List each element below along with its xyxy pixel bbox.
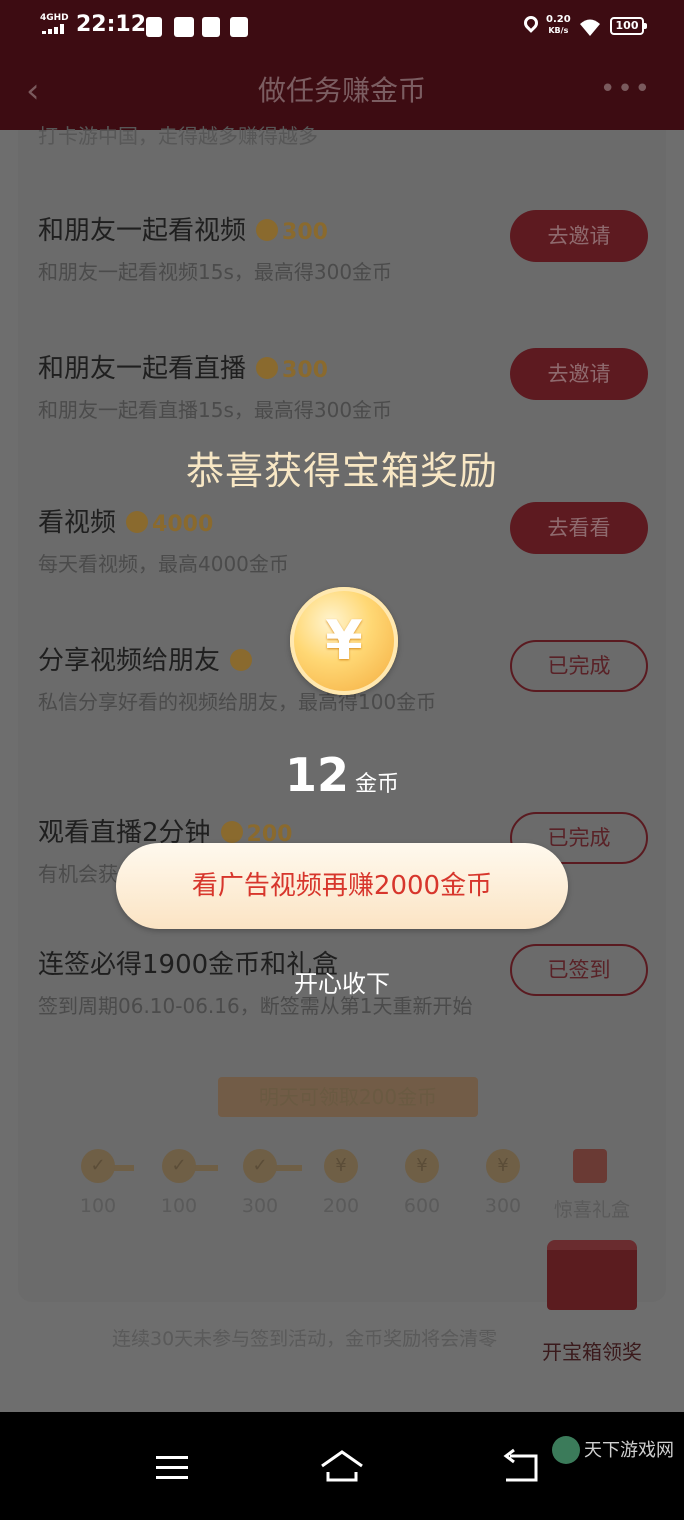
back-icon[interactable] [492,1442,552,1490]
gold-coin-icon: ¥ [290,587,398,695]
watermark-logo [552,1436,580,1464]
task-coin-amount: 300 [282,220,328,245]
task-coin-amount: 300 [282,358,328,383]
status-time: 22:12 [76,12,147,37]
coin-icon [220,821,243,843]
day-reward: 100 [160,1195,198,1217]
task-title: 和朋友一起看直播 300 [38,354,328,384]
completed-button[interactable]: 已完成 [510,640,648,692]
home-icon[interactable] [312,1442,372,1490]
gift-box-icon [573,1149,607,1183]
battery-icon: 100 [610,17,647,35]
status-bar: 4GHD 22:12 0.20 KB/s 100 [0,0,684,52]
check-notification-icon [146,17,162,37]
check-icon: ✓ [81,1149,115,1183]
task-coin-amount: 4000 [152,512,214,537]
task-title: 分享视频给朋友 [38,640,253,677]
book-notification-icon [174,17,194,37]
open-chest-button[interactable]: 开宝箱领奖 [532,1240,652,1370]
reward-modal-title: 恭喜获得宝箱奖励 [185,449,498,493]
coin-icon [256,357,279,379]
coin-icon [126,511,149,533]
task-description: 每天看视频，最高4000金币 [38,552,289,576]
coin-icon [256,219,279,241]
day-reward: 600 [403,1195,441,1217]
reward-unit: 金币 [355,772,400,797]
checkin-day: ✓ 100 [149,1149,209,1217]
reward-amount: 12 金币 [0,748,684,802]
check-icon: ✓ [243,1149,277,1183]
day-reward: 惊喜礼盒 [554,1199,631,1221]
check-icon: ✓ [162,1149,196,1183]
yen-coin-icon: ¥ [405,1149,439,1183]
checkin-day: ¥300 [473,1149,533,1217]
system-nav-bar: 天下游戏网 [0,1412,684,1520]
watermark-text: 天下游戏网 [584,1440,674,1461]
checkin-rule-note: 连续30天未参与签到活动，金币奖励将会清零 [112,1328,498,1350]
checked-in-button[interactable]: 已签到 [510,944,648,996]
speed-value: 0.20 [546,14,571,25]
menu-icon[interactable] [142,1442,202,1490]
day-reward: 300 [241,1195,279,1217]
task-description: 私信分享好看的视频给朋友，最高得100金币 [38,690,437,714]
wifi-icon [580,19,600,36]
battery-level: 100 [615,19,639,32]
checkin-tip: 明天可领取200金币 [218,1077,478,1117]
watch-ad-button[interactable]: 看广告视频再赚2000金币 [116,843,568,929]
accept-reward-button[interactable]: 开心收下 [242,962,442,1006]
location-icon [521,13,541,33]
network-type: 4GHD [40,13,69,23]
checkin-day: ¥600 [392,1149,452,1217]
open-chest-label: 开宝箱领奖 [542,1340,642,1364]
yen-coin-icon: ¥ [324,1149,358,1183]
page-title: 做任务赚金币 [257,74,426,107]
more-dots-icon[interactable]: ••• [600,74,650,104]
checkin-day: 惊喜礼盒 [554,1149,631,1222]
invite-button[interactable]: 去邀请 [510,210,648,262]
checkin-day: ✓ 300 [230,1149,290,1217]
checkin-day: ¥200 [311,1149,371,1217]
checkin-day: ✓ 100 [68,1149,128,1217]
network-speed: 0.20 KB/s [546,14,571,36]
speed-unit: KB/s [548,26,569,35]
reward-number: 12 [284,748,349,802]
signal-icon [42,24,68,34]
yen-symbol: ¥ [325,609,363,672]
task-title: 看视频 4000 [38,508,214,538]
app-header: ‹ 做任务赚金币 ••• [0,52,684,130]
task-description: 和朋友一起看直播15s，最高得300金币 [38,398,393,422]
watch-button[interactable]: 去看看 [510,502,648,554]
treasure-chest-icon [547,1240,637,1310]
yen-coin-icon: ¥ [486,1149,520,1183]
bus-notification-icon-2 [230,17,248,37]
partial-task-description: 打卡游中国，走得越多赚得越多 [38,124,318,148]
day-reward: 200 [322,1195,360,1217]
task-title: 和朋友一起看视频 300 [38,216,328,246]
day-reward: 300 [484,1195,522,1217]
coin-icon [230,649,253,671]
invite-button[interactable]: 去邀请 [510,348,648,400]
task-description: 和朋友一起看视频15s，最高得300金币 [38,260,393,284]
bus-notification-icon [202,17,220,37]
day-reward: 100 [79,1195,117,1217]
